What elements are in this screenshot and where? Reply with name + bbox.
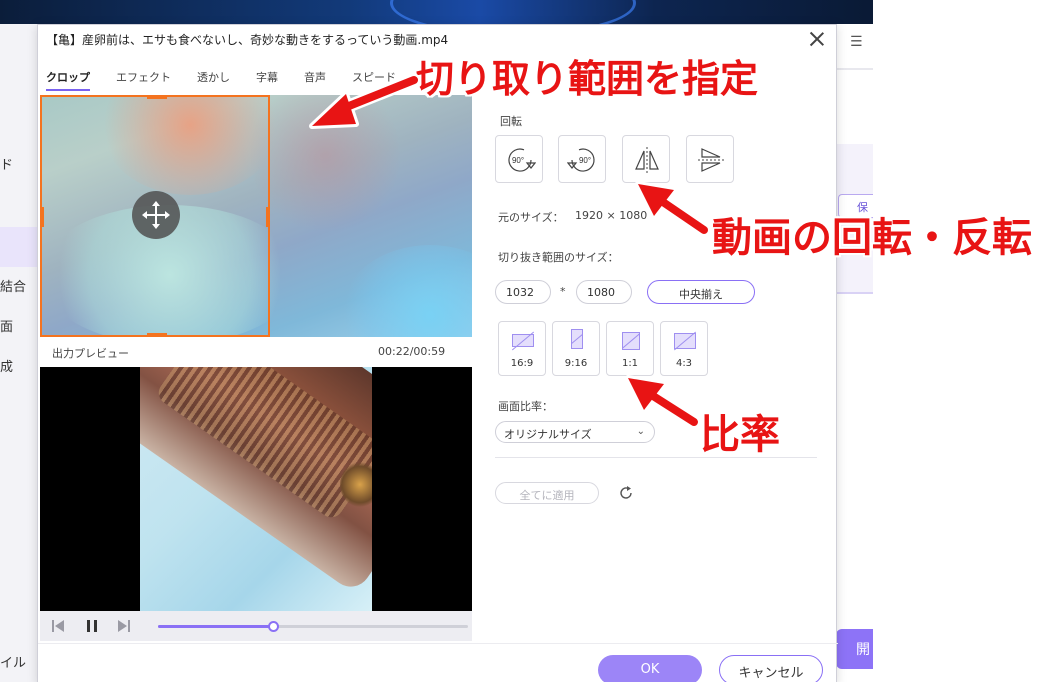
- dialog-title: 【亀】産卵前は、エサも食べないし、奇妙な動きをするっていう動画.mp4: [46, 33, 449, 47]
- annotation-crop: 切り取り範囲を指定: [416, 57, 759, 101]
- rotate-right-icon: 90°: [567, 148, 595, 172]
- crop-dialog: 【亀】産卵前は、エサも食べないし、奇妙な動きをするっていう動画.mp4 クロップ…: [37, 24, 838, 682]
- output-preview-video: [40, 367, 472, 611]
- apply-all-button[interactable]: 全てに適用: [495, 482, 599, 504]
- progress-fill: [158, 625, 273, 628]
- ratio-label: 1:1: [621, 358, 639, 369]
- rotate-right-label: 90°: [579, 156, 591, 165]
- annotation-arrow: [625, 375, 701, 429]
- crop-height-field[interactable]: 1080: [576, 280, 632, 304]
- annotation-ratio: 比率: [700, 412, 780, 458]
- ratio-4-3-button[interactable]: 4:3: [660, 321, 708, 376]
- sidebar-item-text[interactable]: 結合: [0, 276, 26, 295]
- tab-subtitle[interactable]: 字幕: [256, 69, 278, 91]
- ratio-label: 9:16: [564, 358, 588, 369]
- tab-effect[interactable]: エフェクト: [116, 69, 171, 91]
- ratio-9-16-icon: [571, 329, 583, 349]
- background-sidebar: ド 結合 面 成 イル: [0, 24, 40, 682]
- footer-divider: [38, 643, 838, 644]
- crop-handle-top[interactable]: [147, 95, 167, 99]
- crop-handle-right[interactable]: [266, 207, 270, 227]
- center-align-button[interactable]: 中央揃え: [647, 280, 755, 304]
- playback-time: 00:22/00:59: [378, 345, 446, 358]
- hamburger-icon[interactable]: ☰: [850, 34, 863, 50]
- divider: [836, 68, 873, 70]
- previous-frame-icon[interactable]: [50, 618, 66, 634]
- sidebar-item-text[interactable]: 面: [0, 316, 13, 335]
- background-open-button[interactable]: 開: [836, 629, 873, 669]
- next-frame-icon[interactable]: [116, 618, 132, 634]
- reset-icon[interactable]: [618, 485, 634, 501]
- ratio-label: 4:3: [675, 358, 693, 369]
- ratio-16-9-icon: [512, 334, 534, 347]
- rotate-left-button[interactable]: 90°: [495, 135, 543, 183]
- sidebar-item-text[interactable]: 成: [0, 356, 13, 375]
- crop-handle-bottom[interactable]: [147, 333, 167, 337]
- desktop-wallpaper: [0, 0, 873, 24]
- ratio-4-3-icon: [674, 333, 696, 349]
- cancel-button[interactable]: キャンセル: [719, 655, 823, 682]
- crop-selection-box[interactable]: [40, 95, 270, 337]
- flip-vertical-icon: [698, 148, 724, 172]
- crop-size-label: 切り抜き範囲のサイズ：: [498, 251, 619, 264]
- move-icon[interactable]: [132, 191, 180, 239]
- playback-controls: [40, 611, 472, 641]
- annotation-arrow: [635, 181, 711, 237]
- sidebar-item-text[interactable]: イル: [0, 652, 26, 671]
- ratio-1-1-button[interactable]: 1:1: [606, 321, 654, 376]
- playback-progress-bar[interactable]: [158, 621, 468, 632]
- tab-watermark[interactable]: 透かし: [197, 69, 230, 91]
- video-frame-blur: [340, 245, 472, 337]
- ratio-1-1-icon: [622, 332, 640, 350]
- rotate-left-icon: 90°: [508, 148, 536, 172]
- blank-area: [873, 0, 1058, 682]
- crop-separator: *: [560, 285, 566, 298]
- crop-handle-left[interactable]: [40, 207, 44, 227]
- rotate-right-button[interactable]: 90°: [558, 135, 606, 183]
- rotation-label: 回転: [500, 115, 522, 128]
- sidebar-selected-item[interactable]: [0, 227, 40, 267]
- video-content: [340, 462, 372, 507]
- ok-button[interactable]: OK: [598, 655, 702, 682]
- aspect-ratio-value: オリジナルサイズ: [504, 428, 592, 441]
- background-right-panel: ☰ 保 開: [836, 24, 873, 682]
- annotation-arrow: [309, 73, 420, 129]
- crop-width-field[interactable]: 1032: [495, 280, 551, 304]
- rotate-left-label: 90°: [512, 156, 524, 165]
- tab-crop[interactable]: クロップ: [46, 69, 90, 91]
- ratio-label: 16:9: [510, 358, 534, 369]
- original-size-label: 元のサイズ：: [498, 211, 564, 224]
- pause-icon[interactable]: [84, 618, 100, 634]
- sidebar-item-text[interactable]: ド: [0, 154, 13, 173]
- close-icon[interactable]: [808, 30, 826, 48]
- ratio-9-16-button[interactable]: 9:16: [552, 321, 600, 376]
- aspect-ratio-label: 画面比率：: [498, 400, 553, 413]
- output-preview-label: 出力プレビュー: [52, 347, 129, 360]
- flip-horizontal-icon: [635, 147, 659, 173]
- video-frame: [140, 367, 372, 611]
- annotation-rotate: 動画の回転・反転: [712, 215, 1032, 261]
- progress-knob[interactable]: [267, 621, 279, 632]
- ratio-16-9-button[interactable]: 16:9: [498, 321, 546, 376]
